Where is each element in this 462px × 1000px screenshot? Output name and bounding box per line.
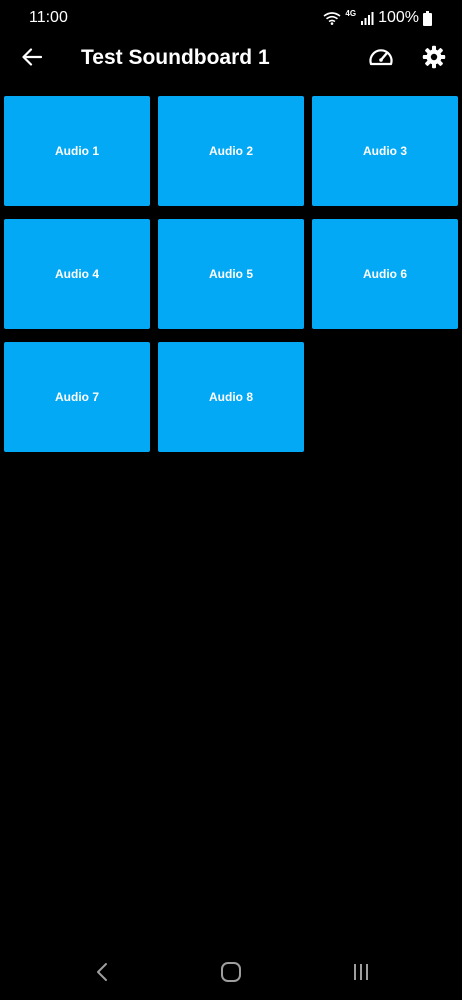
back-arrow-icon	[22, 47, 43, 71]
speedometer-icon	[368, 47, 394, 72]
nav-recents-button[interactable]	[341, 962, 381, 986]
audio-tile-2[interactable]: Audio 2	[158, 96, 304, 206]
battery-percent: 100%	[378, 9, 419, 26]
nav-home-icon	[220, 961, 242, 988]
network-4g-icon: 4G	[345, 9, 357, 18]
audio-tile-4[interactable]: Audio 4	[4, 219, 150, 329]
screen: 11:00 4G 100% Test Soundboard 1 Audio 1 …	[0, 0, 462, 1000]
app-bar: Test Soundboard 1	[0, 36, 462, 82]
system-nav-bar	[0, 950, 462, 1000]
page-title: Test Soundboard 1	[81, 46, 270, 69]
nav-back-icon	[96, 962, 108, 987]
nav-recents-icon	[351, 962, 371, 987]
speed-button[interactable]	[366, 45, 396, 73]
back-button[interactable]	[17, 45, 47, 73]
status-bar: 11:00 4G 100%	[0, 0, 462, 36]
nav-back-button[interactable]	[82, 962, 122, 986]
audio-tile-8[interactable]: Audio 8	[158, 342, 304, 452]
status-time: 11:00	[29, 9, 68, 26]
nav-home-button[interactable]	[211, 961, 251, 988]
soundboard-grid: Audio 1 Audio 2 Audio 3 Audio 4 Audio 5 …	[4, 96, 458, 452]
status-icons: 4G 100%	[323, 9, 432, 27]
audio-tile-6[interactable]: Audio 6	[312, 219, 458, 329]
signal-icon	[360, 11, 374, 25]
gear-icon	[422, 45, 446, 74]
audio-tile-7[interactable]: Audio 7	[4, 342, 150, 452]
settings-button[interactable]	[419, 44, 449, 74]
wifi-icon	[323, 11, 341, 25]
battery-icon	[423, 10, 432, 26]
audio-tile-1[interactable]: Audio 1	[4, 96, 150, 206]
audio-tile-5[interactable]: Audio 5	[158, 219, 304, 329]
audio-tile-3[interactable]: Audio 3	[312, 96, 458, 206]
